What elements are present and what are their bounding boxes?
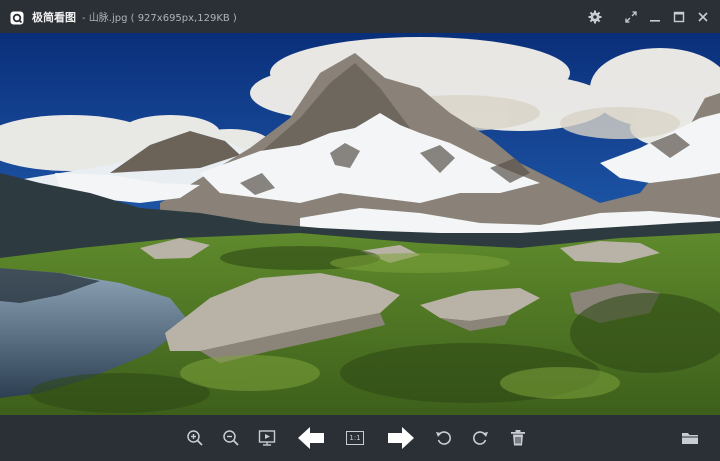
- title-bar: 极简看图 - 山脉.jpg ( 927x695px,129KB ): [0, 0, 720, 33]
- bottom-toolbar: 1:1: [0, 415, 720, 461]
- fullscreen-button[interactable]: [620, 6, 642, 28]
- file-info: - 山脉.jpg ( 927x695px,129KB ): [82, 13, 237, 24]
- fullscreen-icon: [625, 10, 637, 23]
- close-button[interactable]: [692, 6, 714, 28]
- trash-icon: [510, 429, 526, 447]
- maximize-icon: [673, 11, 685, 23]
- rotate-left-button[interactable]: [432, 426, 456, 450]
- app-window: 极简看图 - 山脉.jpg ( 927x695px,129KB ) 1:1: [0, 0, 720, 461]
- open-folder-button[interactable]: [678, 426, 702, 450]
- zoom-out-icon: [222, 429, 240, 447]
- actual-size-label: 1:1: [349, 434, 361, 442]
- image-viewer[interactable]: [0, 33, 720, 415]
- minimize-icon: [649, 11, 661, 23]
- maximize-button[interactable]: [668, 6, 690, 28]
- slideshow-button[interactable]: [255, 426, 279, 450]
- rotate-right-button[interactable]: [468, 426, 492, 450]
- delete-button[interactable]: [506, 426, 530, 450]
- actual-size-button[interactable]: 1:1: [343, 426, 367, 450]
- arrow-left-icon: [298, 427, 324, 449]
- zoom-in-button[interactable]: [183, 426, 207, 450]
- gear-icon: [588, 10, 602, 24]
- previous-image-button[interactable]: [297, 426, 325, 450]
- app-name: 极简看图: [32, 10, 76, 24]
- settings-button[interactable]: [584, 6, 606, 28]
- actual-size-icon: 1:1: [346, 431, 364, 445]
- viewer-logo-icon: [10, 10, 24, 24]
- close-icon: [697, 11, 709, 23]
- rotate-left-icon: [435, 429, 453, 447]
- next-image-button[interactable]: [387, 426, 415, 450]
- zoom-in-icon: [186, 429, 204, 447]
- zoom-out-button[interactable]: [219, 426, 243, 450]
- rotate-right-icon: [471, 429, 489, 447]
- window-controls: [582, 0, 714, 33]
- slideshow-icon: [258, 429, 276, 447]
- folder-icon: [681, 430, 699, 446]
- landscape-image: [0, 33, 720, 415]
- minimize-button[interactable]: [644, 6, 666, 28]
- arrow-right-icon: [388, 427, 414, 449]
